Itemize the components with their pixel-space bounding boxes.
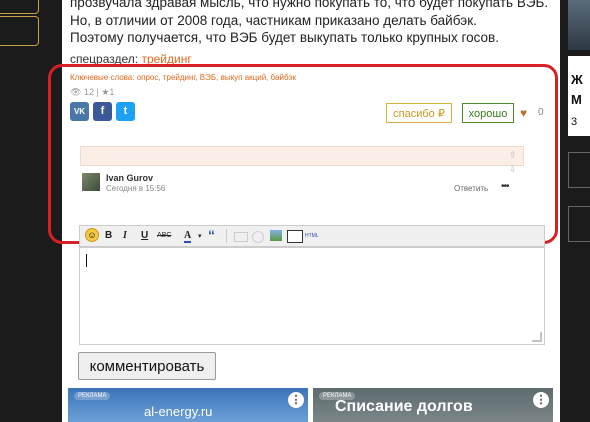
underline-button[interactable]: U xyxy=(141,230,148,241)
news-card-title: М xyxy=(571,92,582,107)
image-icon[interactable] xyxy=(270,230,282,241)
quote-button[interactable]: “ xyxy=(208,227,215,243)
ad-banner[interactable]: РЕКЛАМА Списание долгов ⋮ xyxy=(313,388,553,422)
chevron-down-icon[interactable]: ▾ xyxy=(198,232,202,240)
italic-button[interactable]: I xyxy=(123,230,127,241)
submit-comment-button[interactable]: комментировать xyxy=(78,352,216,380)
reply-link[interactable]: Ответить xyxy=(454,184,488,193)
bold-button[interactable]: B xyxy=(105,230,112,241)
comment-time: Сегодня в 15:56 xyxy=(106,184,166,193)
article-line: прозвучала здравая мысль, что нужно поку… xyxy=(70,0,549,10)
avatar[interactable] xyxy=(82,173,100,191)
news-card-title: Ж xyxy=(571,72,583,87)
html-button[interactable]: HTML xyxy=(305,233,319,239)
twitter-share-button[interactable]: t xyxy=(116,102,135,121)
ad-title[interactable]: al-energy.ru xyxy=(144,404,212,419)
right-sidebar: Ж М 3 xyxy=(560,0,590,422)
comment-input[interactable] xyxy=(79,247,545,345)
views-count: 12 xyxy=(83,87,94,97)
news-card-count: 3 xyxy=(571,116,578,128)
heart-icon[interactable]: ♥ xyxy=(520,106,527,120)
more-menu-icon[interactable]: ••• xyxy=(501,181,509,192)
ad-menu-icon[interactable]: ⋮ xyxy=(533,392,549,408)
favorites-count: 1 xyxy=(109,87,115,97)
vk-share-button[interactable]: VK xyxy=(70,102,89,121)
post-stats: 👁 12 | ★1 xyxy=(70,87,114,98)
left-rail-button[interactable] xyxy=(0,0,39,14)
right-rail-button[interactable] xyxy=(568,206,590,242)
ad-menu-icon[interactable]: ⋮ xyxy=(288,392,304,408)
article-text: прозвучала здравая мысль, что нужно поку… xyxy=(70,0,550,47)
right-rail-button[interactable] xyxy=(568,152,590,188)
likes-count: 0 xyxy=(538,107,544,118)
left-rail-button[interactable] xyxy=(0,16,39,46)
ad-title[interactable]: Списание долгов xyxy=(335,398,473,416)
thanks-button[interactable]: спасибо ₽ xyxy=(386,103,452,123)
news-thumbnail[interactable] xyxy=(568,0,590,50)
comment-author[interactable]: Ivan Gurov xyxy=(106,173,153,183)
text-caret xyxy=(86,254,87,267)
good-button[interactable]: хорошо xyxy=(462,103,514,123)
vote-up-icon[interactable]: ⇧ xyxy=(509,150,517,161)
article-line: Поэтому получается, что ВЭБ будет выкупа… xyxy=(70,30,499,45)
eye-icon: 👁 xyxy=(70,87,82,97)
unlink-icon[interactable] xyxy=(252,231,264,243)
strikethrough-button[interactable]: ABC xyxy=(157,232,171,239)
book-icon[interactable] xyxy=(287,230,303,243)
link-icon[interactable] xyxy=(234,232,248,242)
ad-badge: РЕКЛАМА xyxy=(74,392,111,400)
ad-banner[interactable]: РЕКЛАМА al-energy.ru ⋮ xyxy=(68,388,308,422)
article-line: Но, в отличии от 2008 года, частникам пр… xyxy=(70,12,477,28)
comment-highlight-bar xyxy=(80,146,524,166)
toolbar-divider xyxy=(226,229,227,243)
keywords[interactable]: Ключевые слова: опрос, трейдинг, ВЭБ, вы… xyxy=(70,73,296,82)
editor-toolbar: ☺ B I U ABC A ▾ “ HTML xyxy=(79,225,545,247)
smiley-icon[interactable]: ☺ xyxy=(85,228,99,242)
resize-grip[interactable] xyxy=(532,332,542,342)
facebook-share-button[interactable]: f xyxy=(93,102,112,121)
vote-down-icon[interactable]: ⇩ xyxy=(509,164,517,175)
font-color-button[interactable]: A xyxy=(184,230,192,243)
